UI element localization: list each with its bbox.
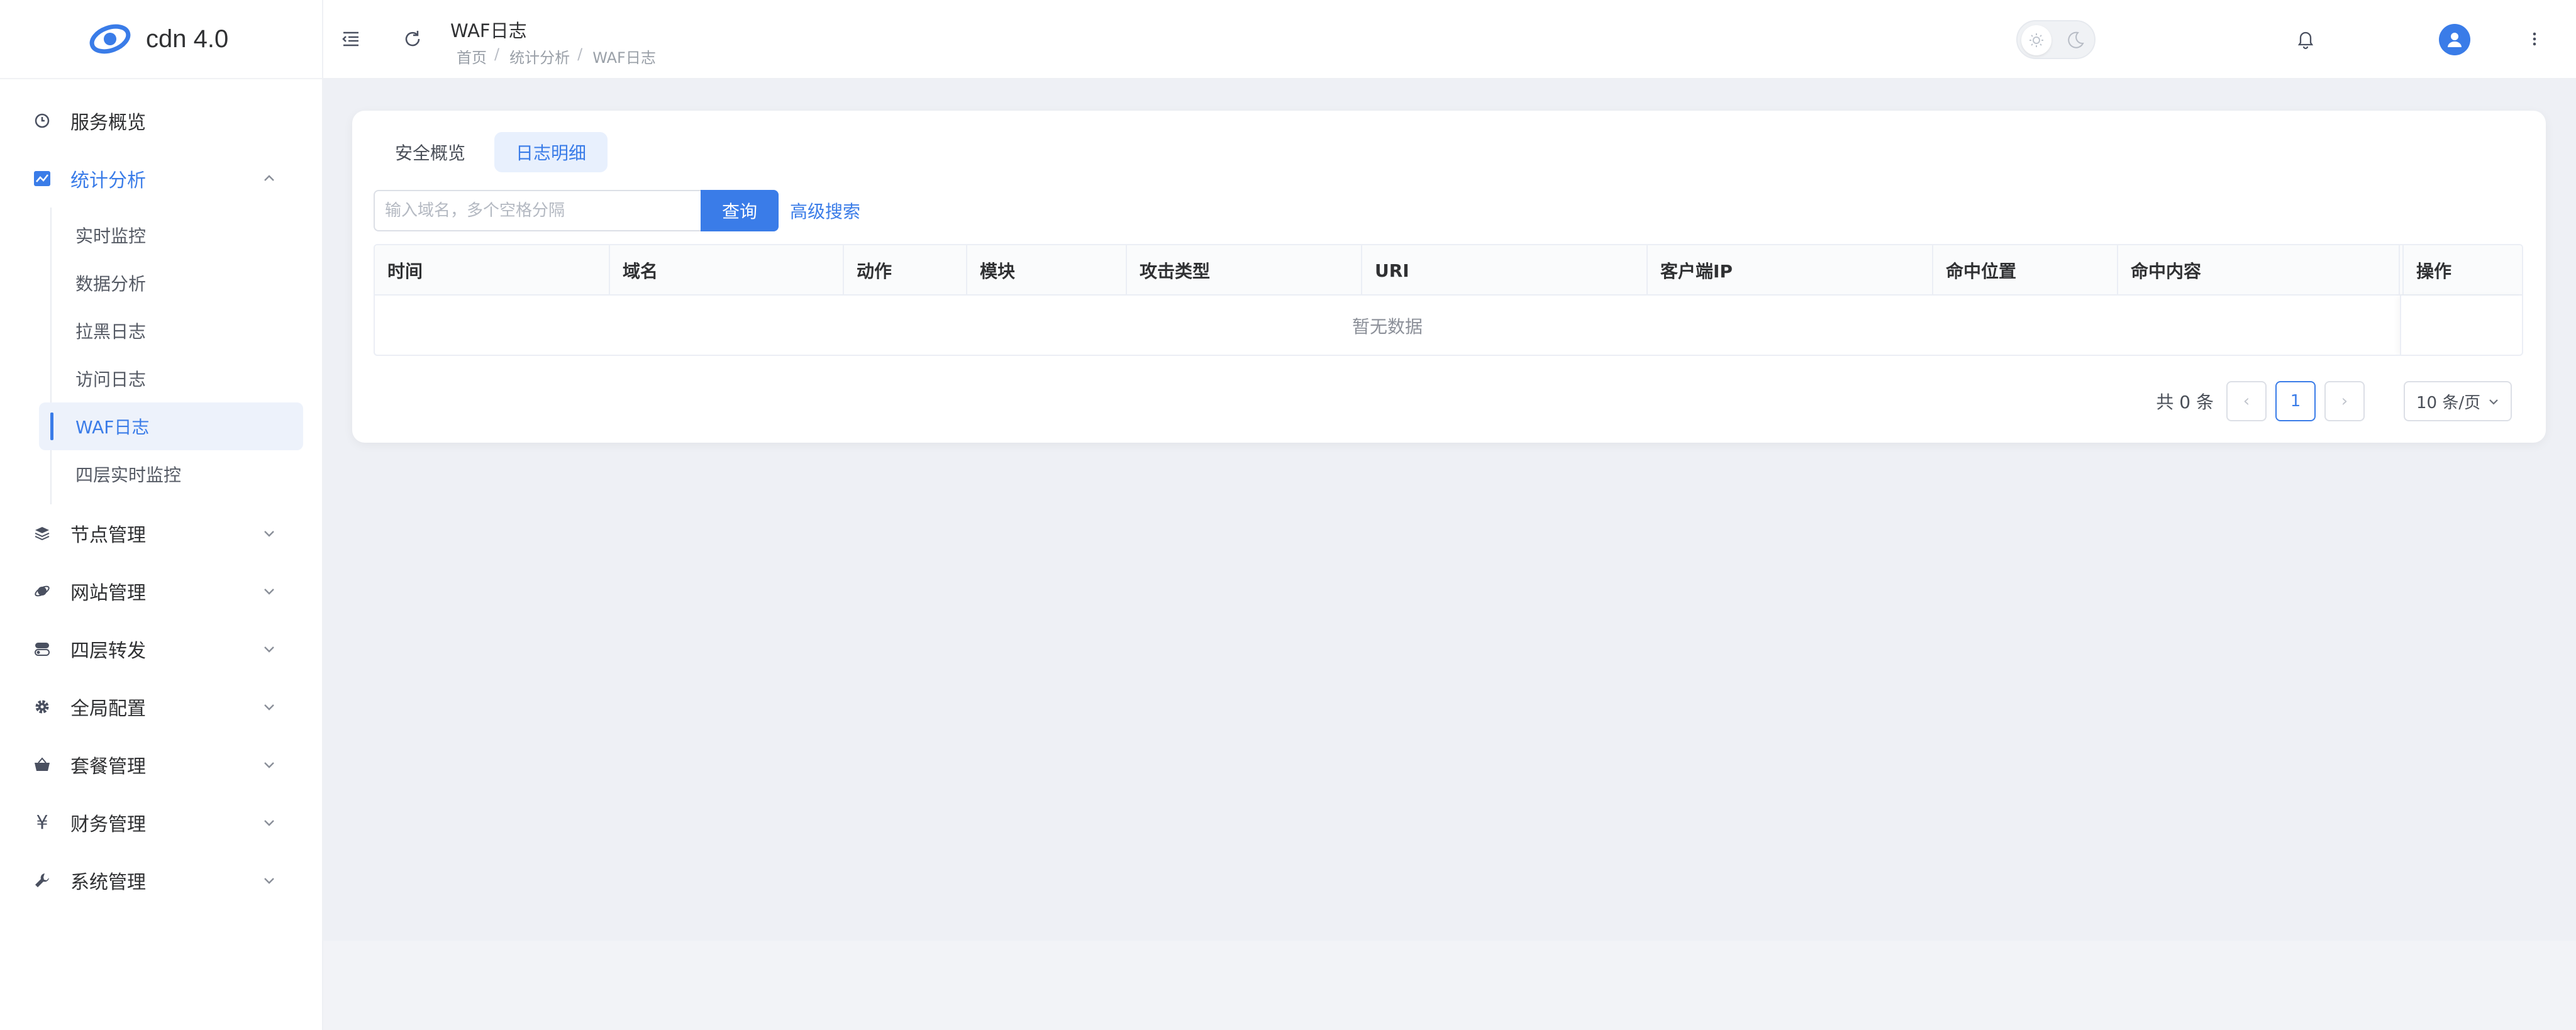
layers-icon	[33, 524, 52, 543]
tab-log-detail[interactable]: 日志明细	[494, 132, 608, 172]
sidebar-item-access-log[interactable]: 访问日志	[0, 355, 303, 402]
prev-page-button[interactable]: ‹	[2226, 381, 2267, 421]
toggle-icon	[33, 640, 52, 658]
chevron-up-icon	[264, 175, 274, 181]
breadcrumb-home[interactable]: 首页	[457, 45, 487, 67]
page-title: WAF日志	[450, 20, 527, 42]
sidebar-item-finance[interactable]: ¥ 财务管理	[0, 794, 322, 851]
total-count: 共 0 条	[2156, 392, 2214, 413]
chevron-down-icon	[264, 589, 274, 595]
empty-state: 暂无数据	[1352, 316, 1423, 337]
column-header-action[interactable]: 动作	[844, 245, 967, 296]
waf-log-table: 时间 域名 动作 模块 攻击类型 URI 客户端IP 命中位置 命中内容 操作 …	[374, 244, 2523, 356]
top-header: WAF日志 首页 / 统计分析 / WAF日志	[323, 0, 2576, 79]
chevron-down-icon	[264, 820, 274, 826]
sidebar-item-packages[interactable]: 套餐管理	[0, 736, 322, 794]
statistics-submenu: 实时监控 数据分析 拉黑日志 访问日志 WAF日志 四层实时监控	[0, 208, 322, 504]
wrench-icon	[33, 871, 52, 890]
column-header-hit-location[interactable]: 命中位置	[1933, 245, 2118, 296]
advanced-search-link[interactable]: 高级搜索	[790, 198, 860, 223]
planet-icon	[33, 582, 52, 601]
theme-toggle[interactable]	[2016, 20, 2096, 59]
sidebar-item-label: 统计分析	[70, 170, 146, 192]
sidebar-item-label: 四层转发	[70, 640, 146, 662]
collapse-menu-icon[interactable]	[340, 28, 362, 50]
bell-icon[interactable]	[2294, 28, 2317, 50]
column-header-uri[interactable]: URI	[1362, 245, 1648, 296]
sidebar-item-block-log[interactable]: 拉黑日志	[0, 307, 303, 355]
breadcrumb-separator: /	[577, 45, 583, 63]
sidebar-item-label: 套餐管理	[70, 756, 146, 778]
sidebar-item-label: 财务管理	[70, 814, 146, 836]
chevron-down-icon	[264, 878, 274, 884]
sidebar-item-system[interactable]: 系统管理	[0, 851, 322, 909]
sidebar-item-label: 节点管理	[70, 524, 146, 546]
sidebar-item-label: 服务概览	[70, 112, 146, 134]
logo-icon	[89, 24, 131, 54]
breadcrumb-statistics[interactable]: 统计分析	[509, 45, 570, 67]
sidebar-item-data-analysis[interactable]: 数据分析	[0, 259, 303, 307]
tab-security-overview[interactable]: 安全概览	[374, 132, 487, 172]
sidebar-item-waf-log[interactable]: WAF日志	[39, 402, 303, 450]
column-header-time[interactable]: 时间	[375, 245, 610, 296]
breadcrumb-current: WAF日志	[592, 49, 656, 67]
sidebar-item-statistics[interactable]: 统计分析	[0, 150, 322, 208]
operation-column	[2400, 296, 2522, 355]
column-header-client-ip[interactable]: 客户端IP	[1648, 245, 1933, 296]
yen-icon: ¥	[36, 811, 48, 834]
pagination: 共 0 条 ‹ 1 › 10 条/页	[2156, 381, 2512, 421]
column-header-operation: 操作	[2402, 245, 2522, 296]
waf-log-card: 安全概览 日志明细 查询 高级搜索 时间 域名 动作 模块 攻击类型 URI 客…	[352, 111, 2546, 443]
column-header-domain[interactable]: 域名	[610, 245, 844, 296]
sun-icon	[2021, 25, 2051, 55]
chevron-down-icon	[264, 531, 274, 537]
gear-icon	[33, 697, 52, 716]
breadcrumb-separator: /	[494, 45, 500, 63]
app-name: cdn 4.0	[146, 25, 229, 53]
column-header-hit-content[interactable]: 命中内容	[2118, 245, 2400, 296]
chart-icon	[33, 169, 52, 188]
avatar[interactable]	[2439, 24, 2470, 55]
user-icon	[2448, 33, 2462, 47]
sidebar-item-websites[interactable]: 网站管理	[0, 562, 322, 620]
sidebar-item-l4-forward[interactable]: 四层转发	[0, 620, 322, 678]
page-size-value: 10 条/页	[2416, 393, 2481, 413]
basket-icon	[33, 755, 52, 774]
column-header-attack-type[interactable]: 攻击类型	[1127, 245, 1362, 296]
tabs: 安全概览 日志明细	[374, 132, 608, 172]
breadcrumb: 首页 / 统计分析 / WAF日志	[457, 45, 656, 67]
search-bar: 查询 高级搜索	[374, 190, 860, 231]
table-header: 时间 域名 动作 模块 攻击类型 URI 客户端IP 命中位置 命中内容 操作	[375, 245, 2522, 296]
column-header-module[interactable]: 模块	[967, 245, 1127, 296]
chevron-down-icon	[264, 646, 274, 653]
refresh-icon[interactable]	[401, 28, 424, 50]
sidebar-item-global-config[interactable]: 全局配置	[0, 678, 322, 736]
gauge-icon	[33, 111, 52, 130]
chevron-down-icon	[2489, 399, 2498, 405]
page-size-select[interactable]: 10 条/页	[2404, 381, 2512, 421]
app-logo[interactable]: cdn 4.0	[0, 0, 322, 79]
sidebar: cdn 4.0 服务概览 统计分析 实时监控 数据分析 拉黑日志 访问日志 WA…	[0, 0, 323, 1030]
sidebar-menu: 服务概览 统计分析 实时监控 数据分析 拉黑日志 访问日志 WAF日志 四层实时…	[0, 79, 322, 909]
sidebar-item-label: 系统管理	[70, 872, 146, 894]
sidebar-item-label: 网站管理	[70, 582, 146, 604]
sidebar-item-realtime[interactable]: 实时监控	[0, 211, 303, 259]
sidebar-item-l4-realtime[interactable]: 四层实时监控	[0, 450, 303, 498]
more-vertical-icon[interactable]	[2523, 28, 2546, 50]
sidebar-item-overview[interactable]: 服务概览	[0, 92, 322, 150]
sidebar-item-label: 全局配置	[70, 698, 146, 720]
domain-search-input[interactable]	[374, 190, 701, 231]
page-button-current[interactable]: 1	[2275, 381, 2316, 421]
next-page-button[interactable]: ›	[2324, 381, 2365, 421]
moon-icon	[2068, 31, 2084, 48]
sidebar-item-nodes[interactable]: 节点管理	[0, 504, 322, 562]
chevron-down-icon	[264, 762, 274, 768]
query-button[interactable]: 查询	[701, 190, 779, 231]
chevron-down-icon	[264, 704, 274, 711]
